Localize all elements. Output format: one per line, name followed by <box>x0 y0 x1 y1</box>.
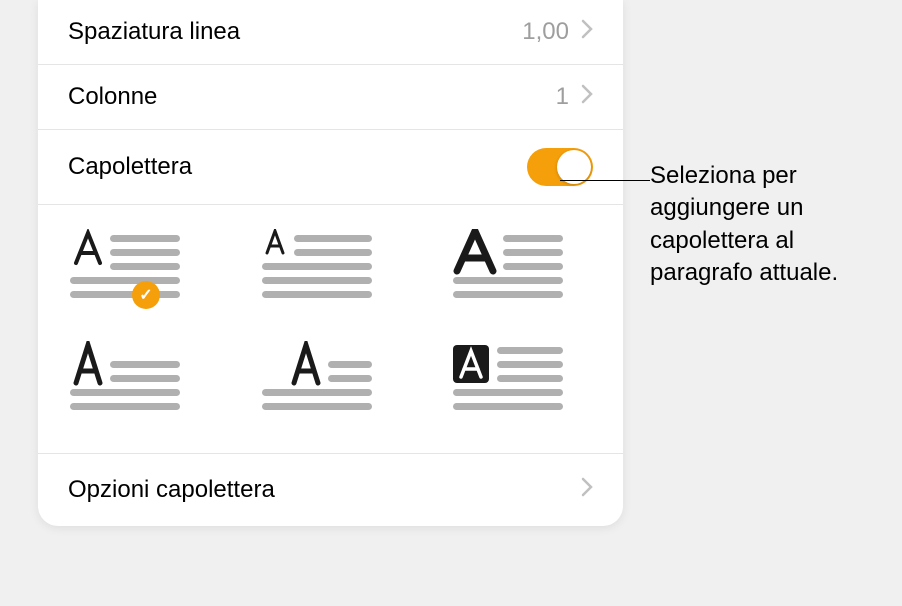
dropcap-options-label: Opzioni capolettera <box>68 476 275 504</box>
toggle-knob <box>557 150 591 184</box>
checkmark-icon: ✓ <box>132 281 160 309</box>
formatting-panel: Spaziatura linea 1,00 Colonne 1 Capolett… <box>38 0 623 526</box>
line-spacing-right: 1,00 <box>522 18 593 46</box>
dropcap-style-3[interactable] <box>451 229 571 301</box>
chevron-right-icon <box>581 83 593 111</box>
dropcap-style-4[interactable] <box>68 341 188 413</box>
columns-label: Colonne <box>68 83 157 111</box>
line-spacing-value: 1,00 <box>522 18 569 46</box>
line-spacing-label: Spaziatura linea <box>68 18 240 46</box>
columns-row[interactable]: Colonne 1 <box>38 65 623 130</box>
dropcap-style-5[interactable] <box>260 341 380 413</box>
dropcap-style-2[interactable] <box>260 229 380 301</box>
dropcap-label: Capolettera <box>68 153 192 181</box>
dropcap-style-6[interactable] <box>451 341 571 413</box>
columns-value: 1 <box>556 83 569 111</box>
dropcap-style-1[interactable]: ✓ <box>68 229 188 301</box>
dropcap-row: Capolettera <box>38 130 623 205</box>
chevron-right-icon <box>581 18 593 46</box>
callout-line <box>560 180 650 181</box>
callout-text: Seleziona per aggiungere un capolettera … <box>650 160 890 290</box>
dropcap-options-row[interactable]: Opzioni capolettera <box>38 454 623 526</box>
chevron-right-icon <box>581 476 593 504</box>
dropcap-style-grid: ✓ <box>38 205 623 454</box>
line-spacing-row[interactable]: Spaziatura linea 1,00 <box>38 0 623 65</box>
columns-right: 1 <box>556 83 593 111</box>
